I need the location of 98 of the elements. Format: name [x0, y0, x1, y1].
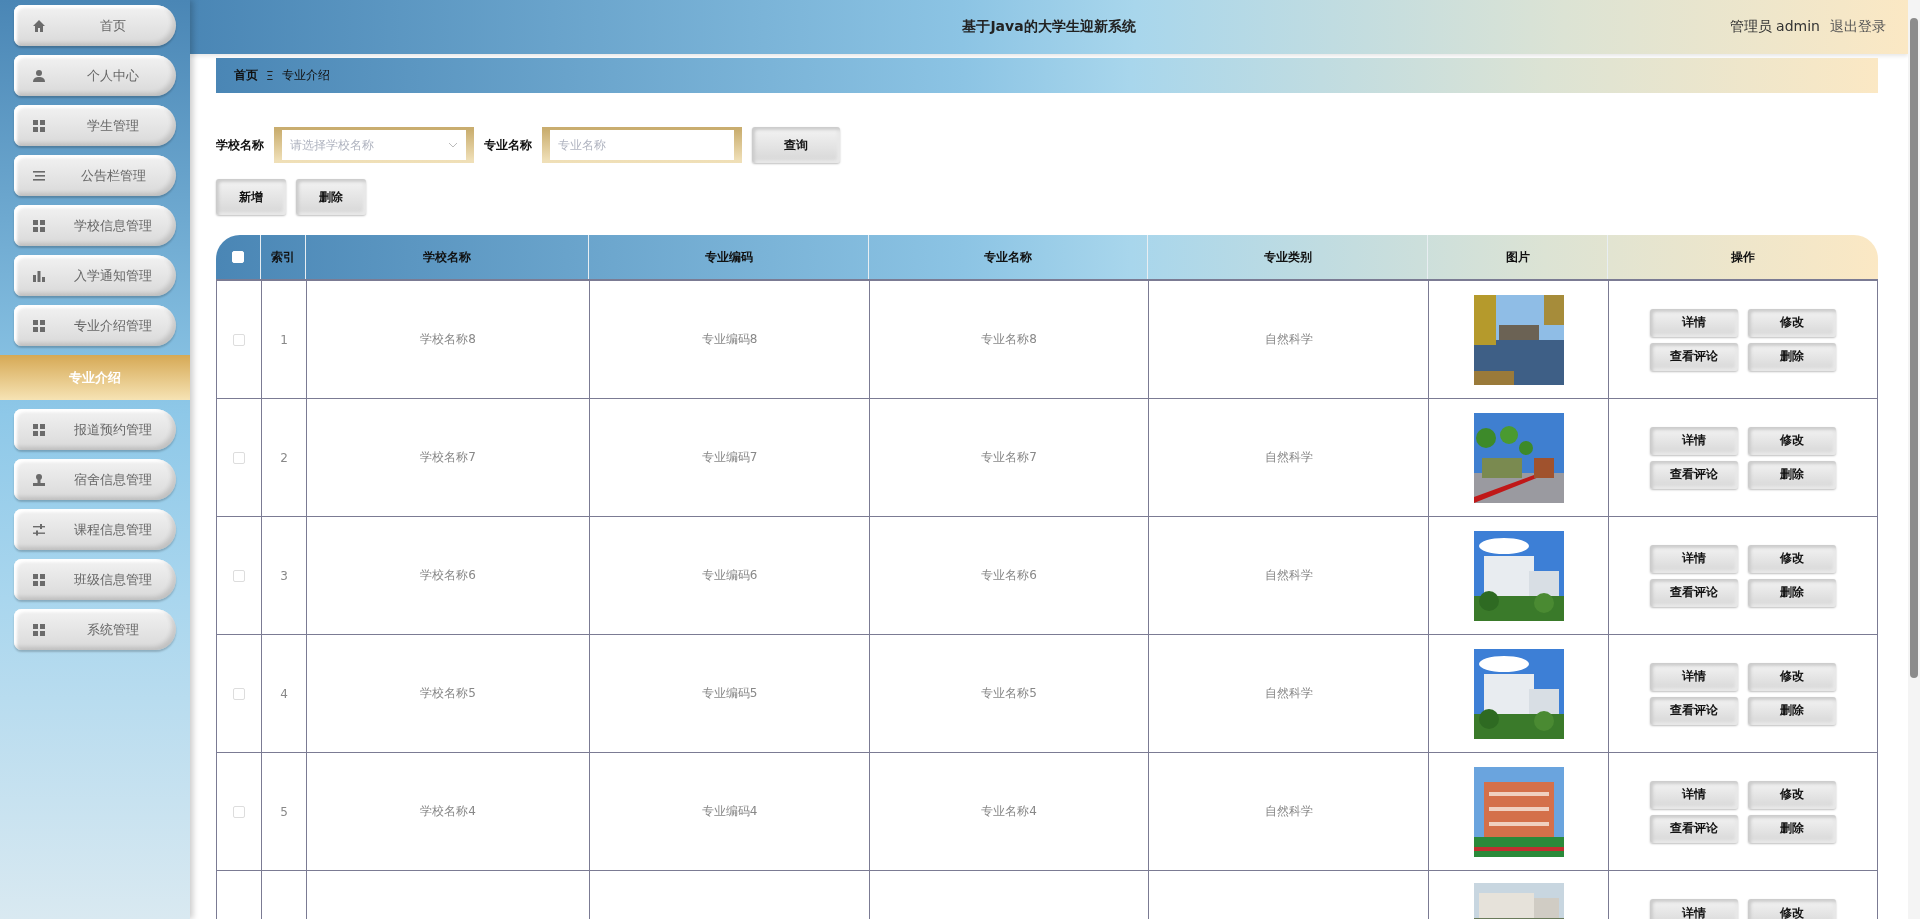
- column-header: 操作: [1731, 248, 1755, 266]
- column-header: 图片: [1505, 248, 1530, 266]
- sidebar-item[interactable]: 学校信息管理: [14, 205, 176, 246]
- table-cell: 学校名称7: [420, 449, 476, 466]
- user-name: 管理员 admin: [1729, 18, 1820, 36]
- table-cell: 学校名称4: [420, 803, 476, 820]
- search-button[interactable]: 查询: [752, 127, 840, 163]
- table-cell: 3: [280, 568, 288, 583]
- bar-chart-icon: [32, 268, 46, 283]
- column-header: 学校名称: [423, 248, 471, 266]
- column-header: 专业类别: [1263, 248, 1312, 266]
- sidebar-item[interactable]: 首页: [14, 5, 176, 46]
- table-cell: 专业编码8: [701, 331, 758, 348]
- column-header: 专业编码: [704, 248, 753, 266]
- sidebar-item[interactable]: 课程信息管理: [14, 509, 176, 550]
- table-cell: 2: [280, 450, 288, 465]
- row-action-button[interactable]: 删除: [1748, 578, 1836, 607]
- table-cell: 自然科学: [1264, 331, 1313, 348]
- sidebar-item[interactable]: 系统管理: [14, 609, 176, 650]
- row-action-button[interactable]: 删除: [1748, 342, 1836, 371]
- table-cell: 学校名称6: [420, 567, 476, 584]
- sidebar-item[interactable]: 宿舍信息管理: [14, 459, 176, 500]
- grid-icon: [32, 218, 46, 233]
- grid-icon: [32, 118, 46, 133]
- row-action-button[interactable]: 删除: [1748, 814, 1836, 843]
- field-label: 学校名称: [216, 136, 264, 154]
- row-action-button[interactable]: 查看评论: [1650, 460, 1738, 489]
- table-cell: 自然科学: [1264, 449, 1313, 466]
- table-cell: 学校名称8: [420, 331, 476, 348]
- table-cell: 专业编码5: [701, 685, 758, 702]
- action-button[interactable]: 删除: [296, 179, 366, 215]
- table-cell: 专业名称7: [981, 449, 1037, 466]
- stamp-icon: [32, 472, 46, 487]
- row-action-button[interactable]: 查看评论: [1650, 814, 1738, 843]
- row-action-button[interactable]: 修改: [1748, 899, 1836, 919]
- row-action-button[interactable]: 详情: [1650, 308, 1738, 337]
- row-action-button[interactable]: 详情: [1650, 899, 1738, 919]
- sidebar-item[interactable]: 班级信息管理: [14, 559, 176, 600]
- column-header: 索引: [271, 248, 295, 266]
- table-cell: 专业名称8: [981, 331, 1037, 348]
- checkbox[interactable]: [233, 687, 245, 700]
- home-icon: [32, 18, 46, 33]
- sidebar-item[interactable]: 专业介绍管理: [14, 305, 176, 346]
- table-cell: 自然科学: [1264, 567, 1313, 584]
- scrollbar[interactable]: [1908, 0, 1920, 919]
- row-action-button[interactable]: 详情: [1650, 780, 1738, 809]
- checkbox[interactable]: [233, 805, 245, 818]
- breadcrumb-separator: Ξ: [266, 68, 274, 83]
- table-cell: 专业编码7: [701, 449, 758, 466]
- row-action-button[interactable]: 修改: [1748, 662, 1836, 691]
- row-action-button[interactable]: 删除: [1748, 460, 1836, 489]
- table-cell: 自然科学: [1264, 685, 1313, 702]
- row-action-button[interactable]: 详情: [1650, 544, 1738, 573]
- table-cell: 专业编码4: [701, 803, 758, 820]
- table-cell: 专业名称4: [981, 803, 1037, 820]
- sidebar-item[interactable]: 学生管理: [14, 105, 176, 146]
- row-action-button[interactable]: 修改: [1748, 544, 1836, 573]
- action-button[interactable]: 新增: [216, 179, 286, 215]
- table-cell: 自然科学: [1264, 803, 1313, 820]
- table-cell: 专业编码6: [701, 567, 758, 584]
- column-header: 专业名称: [984, 248, 1032, 266]
- chevron-icon: [448, 141, 458, 149]
- sidebar-item[interactable]: 入学通知管理: [14, 255, 176, 296]
- person-icon: [32, 68, 46, 83]
- row-action-button[interactable]: 详情: [1650, 662, 1738, 691]
- breadcrumb-link[interactable]: 专业介绍: [281, 67, 330, 84]
- row-action-button[interactable]: 修改: [1748, 426, 1836, 455]
- grid-icon: [32, 622, 46, 637]
- row-action-button[interactable]: 修改: [1748, 780, 1836, 809]
- checkbox[interactable]: [233, 569, 245, 582]
- table-cell: 4: [280, 686, 288, 701]
- grid-icon: [32, 572, 46, 587]
- grid-icon: [32, 422, 46, 437]
- sidebar-item[interactable]: 公告栏管理: [14, 155, 176, 196]
- input-field[interactable]: 专业名称: [542, 127, 742, 163]
- row-action-button[interactable]: 删除: [1748, 696, 1836, 725]
- logout-link[interactable]: 退出登录: [1830, 18, 1886, 36]
- table-cell: 1: [280, 332, 288, 347]
- row-action-button[interactable]: 查看评论: [1650, 578, 1738, 607]
- row-action-button[interactable]: 查看评论: [1650, 696, 1738, 725]
- row-action-button[interactable]: 查看评论: [1650, 342, 1738, 371]
- table-cell: 5: [280, 804, 288, 819]
- list-icon: [32, 168, 46, 183]
- school-select[interactable]: 请选择学校名称: [274, 127, 474, 163]
- sliders-icon: [32, 522, 46, 537]
- app-title: 基于Java的大学生迎新系统: [962, 18, 1136, 36]
- checkbox[interactable]: [233, 451, 245, 464]
- breadcrumb-link[interactable]: 首页: [234, 67, 258, 84]
- row-action-button[interactable]: 修改: [1748, 308, 1836, 337]
- table-cell: 学校名称5: [420, 685, 476, 702]
- table-cell: 专业名称5: [981, 685, 1037, 702]
- sidebar-item[interactable]: 报道预约管理: [14, 409, 176, 450]
- row-action-button[interactable]: 详情: [1650, 426, 1738, 455]
- grid-icon: [32, 318, 46, 333]
- checkbox[interactable]: [233, 333, 245, 346]
- field-label: 专业名称: [484, 136, 532, 154]
- sidebar-item[interactable]: 个人中心: [14, 55, 176, 96]
- table-cell: 专业名称6: [981, 567, 1037, 584]
